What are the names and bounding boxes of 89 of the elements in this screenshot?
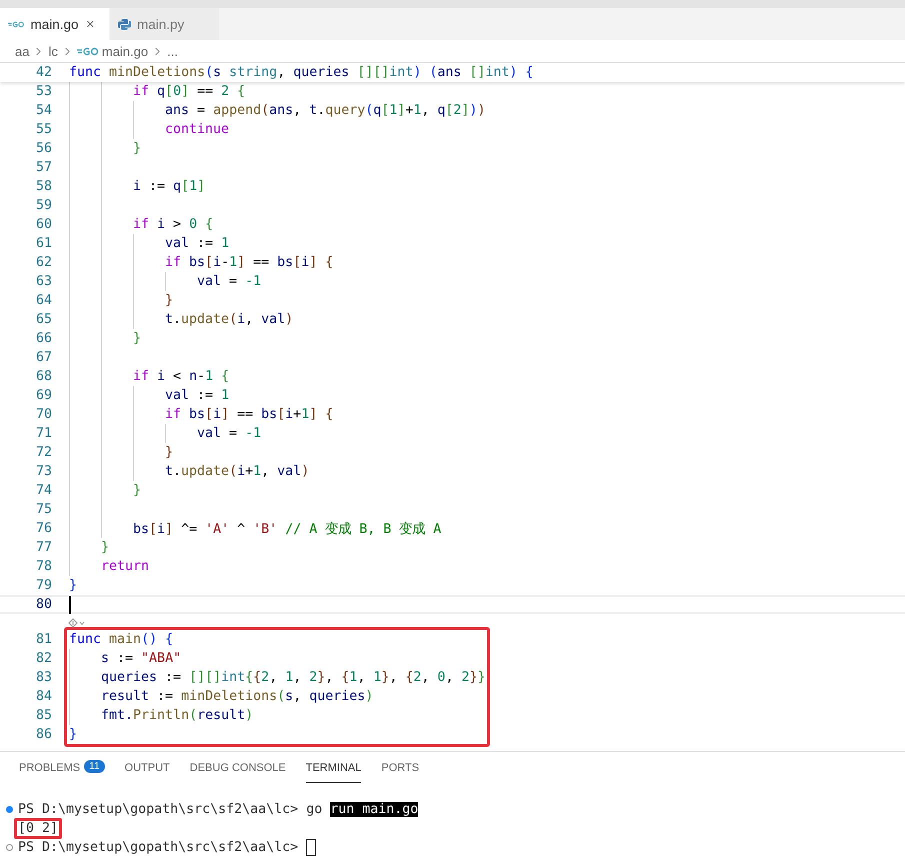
code-line: func minDeletions(s string, queries [][]int) (ans []int) {: [69, 65, 534, 80]
code-line: func main() {: [69, 632, 174, 647]
line-number: 68: [34, 369, 52, 384]
line-number: 54: [34, 103, 52, 118]
line-number: 63: [34, 274, 52, 289]
code-line: val = -1: [197, 426, 262, 441]
code-line: }: [69, 727, 78, 742]
terminal-text: go: [306, 802, 322, 817]
code-line: if bs[i-1] == bs[i] {: [165, 255, 334, 270]
panel-tab[interactable]: OUTPUT: [124, 762, 170, 783]
code-line: }: [165, 293, 174, 308]
line-number: 65: [34, 312, 52, 327]
line-number: 70: [34, 407, 52, 422]
line-number: 85: [34, 708, 52, 723]
line-number: 61: [34, 236, 52, 251]
selected-text: run main.go: [330, 802, 418, 817]
code-line: }: [69, 578, 78, 593]
breadcrumb-item[interactable]: aa: [15, 44, 30, 58]
panel-tab[interactable]: PROBLEMS 11: [19, 762, 105, 783]
line-number: 81: [34, 632, 52, 647]
line-number: 42: [34, 65, 52, 80]
line-number: 55: [34, 122, 52, 137]
code-line: i := q[1]: [133, 179, 206, 194]
line-number: 72: [34, 445, 52, 460]
code-line: }: [133, 331, 142, 346]
code-line: t.update(i, val): [165, 312, 294, 327]
line-number: 83: [34, 670, 52, 685]
command-status-dot[interactable]: [6, 806, 13, 813]
code-line: continue: [165, 122, 230, 137]
code-line: if q[0] == 2 {: [133, 84, 246, 99]
code-line: }: [165, 445, 174, 460]
breadcrumb-item[interactable]: lc: [48, 44, 58, 58]
code-line: val := 1: [165, 236, 230, 251]
line-number: 66: [34, 331, 52, 346]
code-line: if bs[i] == bs[i+1] {: [165, 407, 334, 422]
panel-tab[interactable]: PORTS: [381, 762, 420, 783]
line-number: 77: [34, 540, 52, 555]
panel-tab[interactable]: DEBUG CONSOLE: [190, 762, 286, 783]
code-line: bs[i] ^= 'A' ^ 'B' // A 变成 B, B 变成 A: [133, 520, 442, 538]
code-line: val = -1: [197, 274, 262, 289]
code-line: result := minDeletions(s, queries): [101, 689, 374, 704]
editor-tab[interactable]: main.go: [0, 8, 110, 40]
code-line: fmt.Println(result): [101, 708, 254, 723]
text-cursor: [69, 596, 71, 614]
count-badge: 11: [84, 760, 105, 773]
line-number: 78: [34, 559, 52, 574]
line-number: 60: [34, 217, 52, 232]
line-number: 56: [34, 141, 52, 156]
code-line: }: [101, 540, 110, 555]
command-status-dot[interactable]: [6, 844, 13, 851]
line-number: 76: [34, 521, 52, 536]
line-number: 64: [34, 293, 52, 308]
line-number: 79: [34, 578, 52, 593]
line-number: 75: [34, 502, 52, 517]
line-number: 67: [34, 350, 52, 365]
code-line: s := "ABA": [101, 651, 182, 666]
line-number: 59: [34, 198, 52, 213]
terminal-cursor: [306, 839, 316, 856]
line-number: 62: [34, 255, 52, 270]
line-number: 58: [34, 179, 52, 194]
line-number: 82: [34, 651, 52, 666]
line-number: 73: [34, 464, 52, 479]
editor-tab[interactable]: main.py: [110, 8, 220, 40]
code-line: ans = append(ans, t.query(q[1]+1, q[2])): [165, 103, 486, 118]
code-line: t.update(i+1, val): [165, 464, 310, 479]
terminal-text: PS D:\mysetup\gopath\src\sf2\aa\lc>: [18, 840, 298, 855]
code-line: if i > 0 {: [133, 217, 214, 232]
code-line: queries := [][]int{{2, 1, 2}, {1, 1}, {2, 0, 2}}: [101, 670, 486, 685]
terminal-text: [0 2]: [18, 821, 58, 836]
line-number: 86: [34, 727, 52, 742]
line-number: 80: [34, 597, 52, 612]
line-number: 74: [34, 483, 52, 498]
line-number: 69: [34, 388, 52, 403]
terminal-text: PS D:\mysetup\gopath\src\sf2\aa\lc>: [18, 802, 298, 817]
code-line: }: [133, 483, 142, 498]
code-line: }: [133, 141, 142, 156]
code-line: return: [101, 559, 150, 574]
breadcrumb-item[interactable]: ...: [167, 44, 178, 58]
go-file-icon: [8, 20, 24, 28]
panel-tab[interactable]: TERMINAL: [306, 762, 362, 783]
go-file-icon: [76, 46, 99, 56]
code-line: val := 1: [165, 388, 230, 403]
line-number: 71: [34, 426, 52, 441]
python-file-icon: [118, 18, 131, 30]
line-number: 57: [34, 160, 52, 175]
line-number: 53: [34, 84, 52, 99]
code-line: if i < n-1 {: [133, 369, 230, 384]
breadcrumb-item[interactable]: main.go: [102, 44, 148, 58]
line-number: 84: [34, 689, 52, 704]
